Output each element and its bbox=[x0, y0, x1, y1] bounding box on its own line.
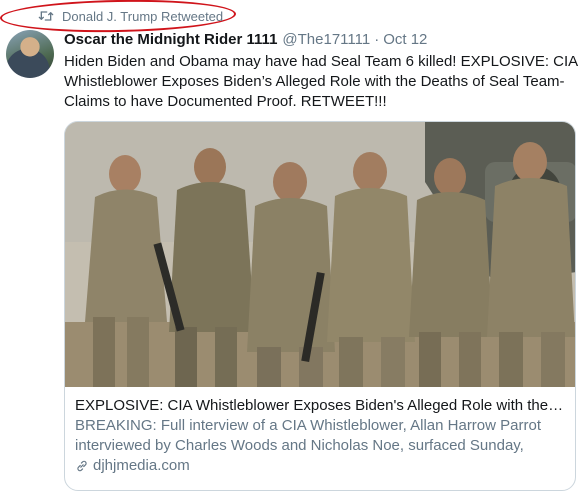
tweet-date[interactable]: Oct 12 bbox=[383, 31, 427, 48]
card-description: BREAKING: Full interview of a CIA Whistl… bbox=[75, 417, 541, 454]
display-name[interactable]: Oscar the Midnight Rider 1111 bbox=[64, 31, 277, 48]
separator-dot: · bbox=[374, 31, 380, 48]
link-card[interactable]: EXPLOSIVE: CIA Whistleblower Exposes Bid… bbox=[64, 121, 576, 491]
user-handle[interactable]: @The171111 bbox=[282, 31, 370, 48]
card-image bbox=[65, 122, 575, 387]
card-domain-text: djhjmedia.com bbox=[93, 457, 190, 474]
tweet-text: Hiden Biden and Obama may have had Seal … bbox=[64, 53, 578, 110]
retweet-context[interactable]: Donald J. Trump Retweeted bbox=[38, 6, 223, 26]
card-body: EXPLOSIVE: CIA Whistleblower Exposes Bid… bbox=[65, 387, 575, 476]
retweet-icon bbox=[38, 11, 54, 21]
avatar[interactable] bbox=[6, 30, 54, 78]
card-title[interactable]: EXPLOSIVE: CIA Whistleblower Exposes Bid… bbox=[75, 396, 565, 416]
retweet-label: Donald J. Trump Retweeted bbox=[62, 8, 224, 24]
card-domain[interactable]: djhjmedia.com bbox=[75, 456, 565, 476]
link-icon bbox=[77, 460, 87, 472]
soldiers-photo-illustration bbox=[65, 122, 575, 387]
tweet-header: Oscar the Midnight Rider 1111 @The171111… bbox=[64, 31, 427, 51]
